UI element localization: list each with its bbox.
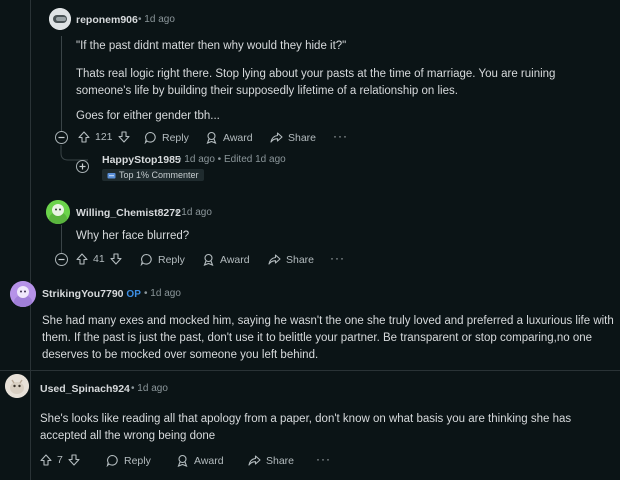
timestamp: • 1d ago — [138, 14, 175, 25]
award-icon — [177, 454, 188, 467]
avatar[interactable] — [46, 200, 70, 224]
expand-button[interactable] — [76, 160, 89, 173]
comment-paragraph: Thats real logic right there. Stop lying… — [76, 68, 556, 97]
avatar[interactable] — [49, 8, 71, 30]
downvote-icon[interactable] — [117, 131, 130, 143]
share-icon — [248, 455, 261, 466]
share-icon — [270, 132, 283, 143]
award-icon — [203, 253, 214, 266]
more-options-button[interactable]: ··· — [330, 251, 345, 265]
share-button[interactable]: Share — [248, 454, 294, 467]
reply-icon — [140, 253, 152, 266]
vote-control: 41 — [76, 253, 122, 265]
share-button[interactable]: Share — [270, 131, 316, 144]
downvote-icon[interactable] — [68, 454, 80, 466]
username[interactable]: Willing_Chemist8272 — [76, 207, 181, 219]
upvote-icon[interactable] — [76, 253, 88, 265]
timestamp: • 1d ago — [144, 288, 181, 299]
vote-count: 121 — [95, 131, 113, 143]
commenter-badge: Top 1% Commenter — [102, 169, 204, 181]
username[interactable]: StrikingYou7790 OP — [42, 288, 141, 300]
collapse-button[interactable] — [55, 131, 68, 144]
comment-paragraph: She had many exes and mocked him, saying… — [42, 315, 614, 361]
vote-count: 7 — [57, 454, 63, 466]
divider — [0, 370, 620, 371]
share-button[interactable]: Share — [268, 253, 314, 266]
username[interactable]: reponem906 — [76, 14, 138, 26]
downvote-icon[interactable] — [110, 253, 122, 265]
reply-icon — [144, 131, 156, 144]
reply-icon — [106, 454, 118, 467]
vote-control: 121 — [78, 131, 130, 143]
upvote-icon[interactable] — [78, 131, 90, 143]
share-icon — [268, 254, 281, 265]
avatar[interactable] — [10, 281, 36, 307]
award-icon — [206, 131, 217, 144]
thread-line — [30, 0, 31, 480]
comment-paragraph: Goes for either gender tbh... — [76, 110, 220, 122]
vote-control: 7 — [40, 454, 80, 466]
more-options-button[interactable]: ··· — [316, 452, 331, 466]
vote-count: 41 — [93, 253, 105, 265]
thread-line — [61, 36, 62, 132]
timestamp: • 1d ago — [131, 383, 168, 394]
op-tag: OP — [126, 289, 141, 300]
more-options-button[interactable]: ··· — [333, 129, 348, 143]
award-button[interactable]: Award — [176, 454, 224, 467]
timestamp: • 1d ago • Edited 1d ago — [178, 154, 286, 165]
avatar[interactable] — [5, 374, 29, 398]
username[interactable]: HappyStop1985 — [102, 154, 181, 166]
reply-button[interactable]: Reply — [140, 253, 185, 266]
reply-button[interactable]: Reply — [144, 131, 189, 144]
comment-paragraph: Why her face blurred? — [76, 230, 190, 242]
upvote-icon[interactable] — [40, 454, 52, 466]
award-button[interactable]: Award — [202, 253, 250, 266]
thread-line — [61, 225, 62, 253]
timestamp: • 1d ago — [175, 207, 212, 218]
comment-paragraph: "If the past didnt matter then why would… — [76, 40, 347, 52]
award-button[interactable]: Award — [205, 131, 253, 144]
badge-icon — [107, 172, 116, 178]
username[interactable]: Used_Spinach924 — [40, 383, 130, 395]
comment-paragraph: She's looks like reading all that apolog… — [40, 413, 572, 442]
reply-button[interactable]: Reply — [106, 454, 151, 467]
collapse-button[interactable] — [55, 253, 68, 266]
